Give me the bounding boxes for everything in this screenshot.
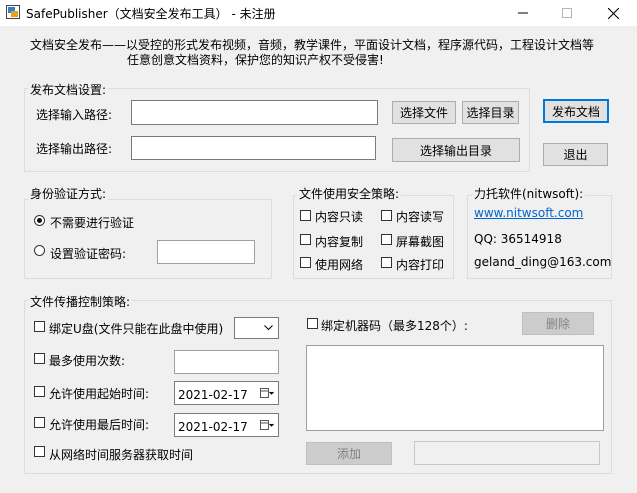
machine-code-entry[interactable]: [414, 441, 600, 465]
exit-button[interactable]: 退出: [543, 143, 608, 166]
policy-readwrite-checkbox[interactable]: [381, 210, 392, 221]
policy-readonly-label[interactable]: 内容只读: [315, 208, 363, 225]
description-line-1: 文档安全发布——以受控的形式发布视频，音频，教学课件，平面设计文档，程序源代码，…: [30, 38, 595, 52]
policy-print-checkbox[interactable]: [381, 257, 392, 268]
start-date-value: 2021-02-17: [178, 388, 248, 402]
start-date-picker[interactable]: 2021-02-17: [174, 381, 279, 405]
policy-network-label[interactable]: 使用网络: [315, 256, 363, 273]
input-path-field[interactable]: [131, 100, 378, 125]
set-password-label[interactable]: 设置验证密码:: [50, 245, 126, 262]
publish-button[interactable]: 发布文档: [543, 99, 609, 123]
close-button[interactable]: [590, 0, 636, 26]
window-title: SafePublisher（文档安全发布工具） - 未注册: [26, 7, 276, 21]
description-line-2: 任意创意文档资料，保护您的知识产权不受侵害!: [127, 53, 384, 67]
start-time-checkbox[interactable]: [34, 386, 45, 397]
publish-settings-title: 发布文档设置:: [28, 81, 109, 98]
no-verify-label[interactable]: 不需要进行验证: [50, 214, 134, 231]
vendor-website-link[interactable]: www.nitwsoft.com: [474, 206, 583, 220]
bind-machine-label[interactable]: 绑定机器码（最多128个）:: [321, 317, 468, 334]
no-verify-radio[interactable]: [34, 215, 45, 226]
end-date-picker[interactable]: 2021-02-17: [174, 413, 279, 437]
select-output-directory-button[interactable]: 选择输出目录: [392, 138, 520, 162]
calendar-icon: [260, 420, 274, 430]
transfer-control-title: 文件传播控制策略:: [28, 293, 133, 310]
vendor-email: geland_ding@163.com: [474, 255, 612, 269]
policy-copy-label[interactable]: 内容复制: [315, 233, 363, 250]
select-file-button[interactable]: 选择文件: [392, 101, 456, 124]
policy-print-label[interactable]: 内容打印: [396, 256, 444, 273]
usb-drive-select[interactable]: [234, 317, 279, 339]
calendar-icon: [260, 388, 274, 398]
end-date-value: 2021-02-17: [178, 420, 248, 434]
delete-button[interactable]: 删除: [522, 312, 594, 335]
minimize-icon: [518, 12, 528, 14]
machine-code-list[interactable]: [306, 345, 604, 431]
maximize-icon: [562, 8, 572, 18]
policy-screenshot-checkbox[interactable]: [381, 234, 392, 245]
max-uses-checkbox[interactable]: [34, 353, 45, 364]
network-time-label[interactable]: 从网络时间服务器获取时间: [49, 446, 193, 463]
policy-network-checkbox[interactable]: [300, 257, 311, 268]
policy-copy-checkbox[interactable]: [300, 234, 311, 245]
minimize-button[interactable]: [500, 0, 546, 26]
bind-usb-checkbox[interactable]: [34, 321, 45, 332]
set-password-radio[interactable]: [34, 245, 45, 256]
policy-readwrite-label[interactable]: 内容读写: [396, 208, 444, 225]
app-logo-icon: [6, 5, 20, 19]
security-policy-title: 文件使用安全策略:: [297, 185, 402, 202]
bind-usb-label[interactable]: 绑定U盘(文件只能在此盘中使用): [49, 320, 223, 337]
max-uses-input[interactable]: [174, 350, 279, 374]
max-uses-label[interactable]: 最多使用次数:: [49, 352, 125, 369]
end-time-label[interactable]: 允许使用最后时间:: [49, 416, 149, 433]
bind-machine-checkbox[interactable]: [307, 318, 318, 329]
input-path-label: 选择输入路径:: [36, 108, 113, 122]
vendor-title: 力托软件(nitwsoft):: [472, 185, 586, 202]
policy-screenshot-label[interactable]: 屏幕截图: [396, 233, 444, 250]
start-time-label[interactable]: 允许使用起始时间:: [49, 385, 149, 402]
vendor-qq: QQ: 36514918: [474, 232, 562, 246]
password-input[interactable]: [157, 240, 255, 264]
network-time-checkbox[interactable]: [34, 446, 45, 457]
output-path-label: 选择输出路径:: [36, 142, 113, 156]
maximize-button[interactable]: [544, 0, 590, 26]
chevron-down-icon: [264, 325, 273, 331]
close-icon: [607, 7, 619, 19]
auth-group: [24, 199, 272, 279]
end-time-checkbox[interactable]: [34, 417, 45, 428]
policy-readonly-checkbox[interactable]: [300, 210, 311, 221]
add-button[interactable]: 添加: [306, 442, 392, 465]
output-path-field[interactable]: [131, 136, 376, 160]
select-directory-button[interactable]: 选择目录: [462, 101, 519, 124]
auth-title: 身份验证方式:: [28, 185, 109, 202]
